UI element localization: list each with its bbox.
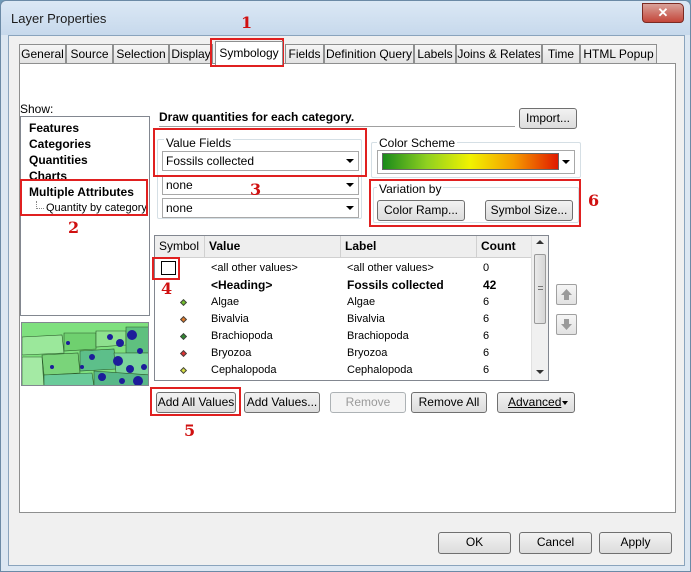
move-up-button[interactable] bbox=[556, 284, 577, 305]
cell-count: 6 bbox=[483, 364, 490, 376]
tab-html-popup[interactable]: HTML Popup bbox=[580, 44, 657, 64]
layer-properties-window: Layer Properties ✕ General Source Select… bbox=[0, 0, 691, 572]
chevron-down-icon bbox=[562, 401, 568, 405]
apply-button[interactable]: Apply bbox=[599, 532, 672, 554]
cell-count: 6 bbox=[483, 330, 490, 342]
cell-label: Brachiopoda bbox=[347, 330, 409, 342]
tab-selection[interactable]: Selection bbox=[113, 44, 169, 64]
cell-label: <all other values> bbox=[347, 262, 434, 274]
show-label: Show: bbox=[20, 102, 54, 116]
cell-value: Cephalopoda bbox=[211, 364, 277, 376]
annotation-number-4: 4 bbox=[161, 279, 173, 298]
cell-count: 0 bbox=[483, 262, 490, 274]
close-button[interactable]: ✕ bbox=[642, 3, 684, 23]
cell-value: Brachiopoda bbox=[211, 330, 273, 342]
symbol-diamond-icon[interactable] bbox=[179, 349, 188, 358]
scroll-up-icon[interactable] bbox=[536, 240, 544, 244]
dialog-client-area: General Source Selection Display Symbolo… bbox=[8, 35, 685, 566]
grip-icon bbox=[538, 286, 543, 290]
arrow-down-icon bbox=[561, 319, 572, 330]
cell-value: <Heading> bbox=[211, 278, 273, 292]
ok-button[interactable]: OK bbox=[438, 532, 511, 554]
annotation-number-3: 3 bbox=[250, 180, 262, 199]
add-values-button[interactable]: Add Values... bbox=[244, 392, 320, 413]
table-scrollbar[interactable] bbox=[531, 236, 548, 380]
tab-fields[interactable]: Fields bbox=[285, 44, 324, 64]
column-header-symbol[interactable]: Symbol bbox=[155, 236, 205, 258]
cell-label: Algae bbox=[347, 296, 376, 308]
remove-all-button[interactable]: Remove All bbox=[411, 392, 487, 413]
arrow-up-icon bbox=[561, 289, 572, 300]
annotation-number-1: 1 bbox=[241, 13, 253, 32]
cell-value: <all other values> bbox=[211, 262, 298, 274]
cell-label: Cephalopoda bbox=[347, 364, 413, 376]
cell-label: Bivalvia bbox=[347, 313, 385, 325]
cancel-button[interactable]: Cancel bbox=[519, 532, 592, 554]
annotation-box-2 bbox=[20, 179, 148, 216]
cell-label: Gastropoda bbox=[347, 379, 404, 380]
cell-label: Fossils collected bbox=[347, 278, 444, 292]
symbol-diamond-icon[interactable] bbox=[179, 332, 188, 341]
show-renderer-list: Features Categories Quantities Charts Mu… bbox=[20, 116, 150, 316]
import-button[interactable]: Import... bbox=[519, 108, 577, 129]
symbol-diamond-icon[interactable] bbox=[179, 315, 188, 324]
renderer-description: Draw quantities for each category. bbox=[159, 110, 515, 127]
column-header-count[interactable]: Count bbox=[477, 236, 533, 258]
cell-value: Bivalvia bbox=[211, 313, 249, 325]
annotation-box-6 bbox=[369, 179, 581, 227]
annotation-box-5 bbox=[150, 387, 241, 416]
tab-symbology[interactable]: Symbology bbox=[215, 41, 283, 65]
annotation-number-5: 5 bbox=[184, 421, 196, 440]
annotation-box-4 bbox=[152, 257, 180, 280]
title-bar[interactable]: Layer Properties ✕ bbox=[1, 1, 690, 35]
advanced-label: Advanced bbox=[508, 395, 562, 409]
show-item-quantities[interactable]: Quantities bbox=[29, 153, 88, 167]
column-header-value[interactable]: Value bbox=[205, 236, 341, 258]
layer-preview-map bbox=[21, 322, 149, 386]
annotation-box-3 bbox=[153, 128, 367, 177]
cell-value: Algae bbox=[211, 296, 240, 308]
tab-display[interactable]: Display bbox=[169, 44, 213, 64]
tab-general[interactable]: General bbox=[19, 44, 66, 64]
cell-count: 6 bbox=[483, 313, 490, 325]
annotation-number-6: 6 bbox=[588, 191, 600, 210]
scrollbar-thumb[interactable] bbox=[534, 254, 546, 324]
dialog-footer: OK Cancel Apply bbox=[9, 526, 684, 565]
symbol-diamond-icon[interactable] bbox=[179, 298, 188, 307]
advanced-button[interactable]: Advanced bbox=[497, 392, 575, 413]
cell-count: 42 bbox=[483, 278, 497, 292]
chevron-down-icon bbox=[346, 183, 354, 187]
values-table: Symbol Value Label Count <all other valu… bbox=[154, 235, 549, 381]
show-item-categories[interactable]: Categories bbox=[29, 137, 91, 151]
show-item-features[interactable]: Features bbox=[29, 121, 79, 135]
column-header-label[interactable]: Label bbox=[341, 236, 477, 258]
tab-definition-query[interactable]: Definition Query bbox=[324, 44, 414, 64]
color-ramp-preview bbox=[382, 153, 559, 170]
value-field-3-value: none bbox=[166, 201, 193, 215]
cell-count: 6 bbox=[483, 296, 490, 308]
value-field-2-value: none bbox=[166, 178, 193, 192]
cell-count: 6 bbox=[483, 379, 489, 380]
cell-value: Bryozoa bbox=[211, 347, 252, 359]
tab-time[interactable]: Time bbox=[542, 44, 580, 64]
window-title: Layer Properties bbox=[11, 11, 107, 26]
tab-joins-relates[interactable]: Joins & Relates bbox=[456, 44, 542, 64]
color-scheme-title: Color Scheme bbox=[377, 136, 458, 150]
chevron-down-icon bbox=[346, 206, 354, 210]
cell-label: Bryozoa bbox=[347, 347, 388, 359]
scroll-down-icon[interactable] bbox=[536, 370, 544, 374]
value-field-3-select[interactable]: none bbox=[162, 198, 359, 218]
tab-labels[interactable]: Labels bbox=[414, 44, 456, 64]
annotation-number-2: 2 bbox=[68, 218, 80, 237]
move-down-button[interactable] bbox=[556, 314, 577, 335]
cell-value: Gastropoda bbox=[211, 379, 268, 380]
chevron-down-icon bbox=[562, 160, 570, 164]
symbol-diamond-icon[interactable] bbox=[179, 366, 188, 375]
tab-source[interactable]: Source bbox=[66, 44, 113, 64]
remove-button[interactable]: Remove bbox=[330, 392, 406, 413]
cell-count: 6 bbox=[483, 347, 490, 359]
